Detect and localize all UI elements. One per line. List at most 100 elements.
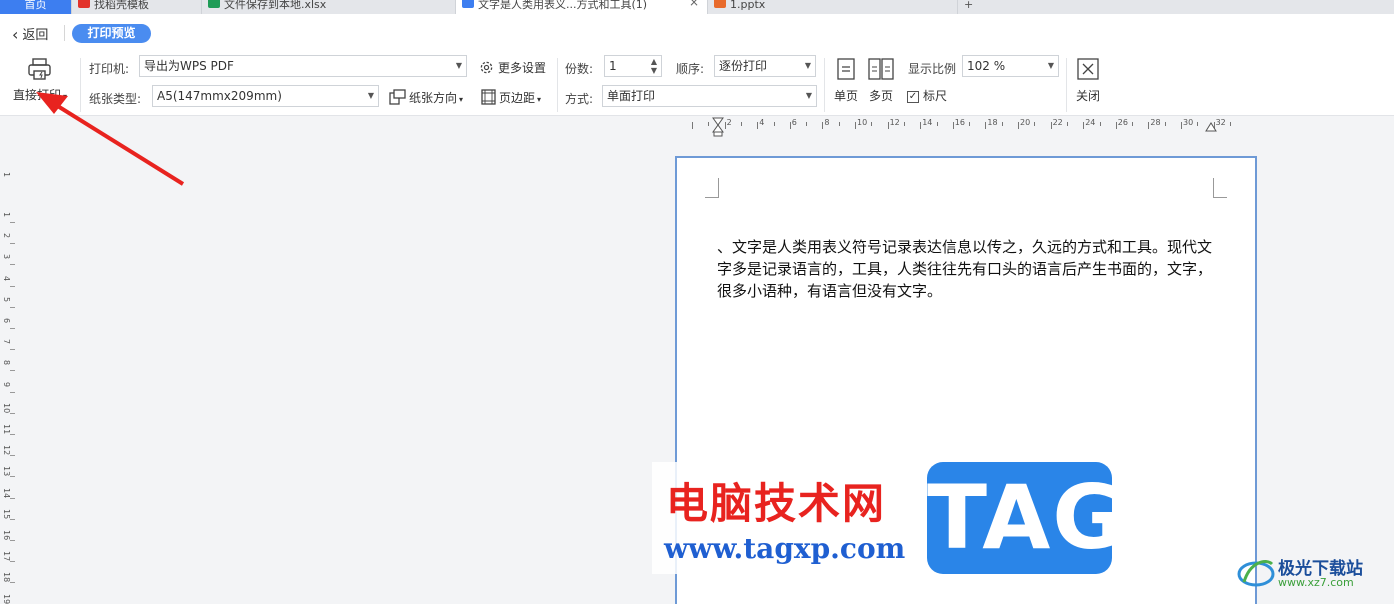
ruler-number: 22 bbox=[1052, 118, 1063, 127]
ruler-number: 4 bbox=[759, 118, 765, 127]
ruler-tick bbox=[855, 122, 856, 129]
close-icon[interactable] bbox=[1077, 58, 1099, 83]
zoom-value: 102 % bbox=[967, 59, 1006, 73]
print-preview-badge: 打印预览 bbox=[72, 24, 151, 43]
paper-orientation-label: 纸张方向 bbox=[409, 91, 458, 105]
more-settings-button[interactable]: 更多设置 bbox=[479, 59, 546, 78]
printer-icon[interactable] bbox=[27, 57, 53, 84]
margin-icon bbox=[481, 89, 496, 108]
copies-label: 份数: bbox=[565, 62, 594, 76]
divider bbox=[557, 58, 558, 112]
horizontal-ruler[interactable]: 2 4 6 8 10 12 14 16 18 20 22 24 26 28 30 32 bbox=[690, 116, 1250, 134]
tab-xlsx[interactable]: 文件保存到本地.xlsx bbox=[202, 0, 456, 14]
tab-docer-templates[interactable]: 找稻壳模板 bbox=[72, 0, 202, 14]
print-toolbar: 直接打印▾ 打印机: 导出为WPS PDF▼ 更多设置 纸张类型: A5(147… bbox=[0, 52, 1394, 116]
ruler-number: 18 bbox=[2, 572, 11, 583]
ruler-number: 14 bbox=[922, 118, 933, 127]
checkbox-checked-icon[interactable]: ✓ bbox=[907, 90, 919, 103]
margin-button[interactable]: 页边距 ▾ bbox=[481, 89, 541, 108]
ruler-tick bbox=[1229, 122, 1231, 126]
caret-down-icon: ▼ bbox=[804, 61, 811, 70]
ruler-tick bbox=[985, 122, 987, 129]
paper-orientation-button[interactable]: 纸张方向 ▾ bbox=[389, 89, 463, 108]
ruler-number: 14 bbox=[2, 487, 11, 498]
ruler-tick bbox=[10, 412, 15, 414]
single-page-icon[interactable] bbox=[836, 58, 856, 83]
ruler-tick bbox=[822, 122, 824, 129]
preview-header: ‹ 返回 打印预览 bbox=[0, 14, 1394, 52]
ruler-tick bbox=[10, 434, 15, 435]
ruler-tick bbox=[708, 122, 710, 126]
ruler-number: 8 bbox=[824, 118, 830, 127]
caret-down-icon: ▼ bbox=[455, 61, 462, 70]
tab-home[interactable]: 首页 bbox=[0, 0, 72, 14]
tab-label: 文件保存到本地.xlsx bbox=[224, 0, 327, 11]
ruler-tick bbox=[10, 222, 15, 223]
ruler-tick bbox=[1018, 122, 1019, 129]
close-preview-button[interactable]: 关闭 bbox=[1076, 87, 1100, 104]
vertical-ruler[interactable]: 1 2 3 4 5 6 7 8 9 10 11 12 13 14 15 16 17 18 19 1 bbox=[0, 116, 16, 604]
ruler-tick bbox=[871, 122, 873, 126]
printer-label: 打印机: bbox=[89, 62, 130, 76]
ruler-tick bbox=[1164, 122, 1166, 126]
ruler-number: 10 bbox=[857, 118, 868, 127]
ruler-number: 11 bbox=[2, 424, 11, 435]
ruler-number: 4 bbox=[2, 275, 11, 281]
tab-label: 1.pptx bbox=[730, 0, 766, 11]
right-indent-marker-icon[interactable] bbox=[1205, 120, 1217, 135]
ruler-toggle[interactable]: ✓ 标尺 bbox=[907, 87, 947, 104]
ruler-tick bbox=[10, 243, 15, 245]
ruler-number: 2 bbox=[726, 118, 732, 127]
ruler-number: 18 bbox=[987, 118, 998, 127]
copies-stepper[interactable]: 1 ▲ ▼ bbox=[604, 55, 662, 77]
ruler-number: 1 bbox=[2, 172, 11, 178]
printer-value: 导出为WPS PDF bbox=[144, 59, 234, 73]
new-tab-button[interactable]: + bbox=[958, 0, 998, 14]
ruler-tick bbox=[1115, 122, 1117, 129]
close-tab-icon[interactable]: × bbox=[689, 0, 699, 8]
ruler-number: 10 bbox=[2, 402, 11, 413]
ruler-number: 19 bbox=[2, 593, 11, 604]
watermark-tag-logo: TAG bbox=[927, 462, 1125, 574]
tab-pptx[interactable]: 1.pptx bbox=[708, 0, 958, 14]
indent-marker-icon[interactable] bbox=[712, 117, 724, 140]
ruler-tick bbox=[10, 306, 15, 308]
ruler-tick bbox=[1083, 122, 1085, 129]
ruler-tick bbox=[1099, 122, 1101, 126]
divider bbox=[824, 58, 825, 112]
ruler-number: 32 bbox=[1215, 118, 1226, 127]
ruler-number: 3 bbox=[2, 254, 11, 260]
annotation-arrow-icon bbox=[36, 92, 185, 186]
brand-watermark: 极光下载站 www.xz7.com bbox=[1236, 550, 1386, 594]
ruler-tick bbox=[10, 328, 15, 329]
ruler-number: 8 bbox=[2, 360, 11, 366]
back-button[interactable]: ‹ 返回 bbox=[12, 24, 48, 44]
multi-page-button[interactable]: 多页 bbox=[869, 87, 893, 104]
ruler-tick bbox=[773, 122, 775, 126]
tab-document-active[interactable]: 文字是人类用表义...方式和工具(1) × bbox=[456, 0, 708, 14]
back-label: 返回 bbox=[22, 28, 49, 43]
writer-icon bbox=[462, 0, 474, 8]
zoom-select[interactable]: 102 % ▼ bbox=[962, 55, 1059, 77]
docer-icon bbox=[78, 0, 90, 8]
stepper-arrows-icon[interactable]: ▲ ▼ bbox=[651, 57, 657, 75]
ruler-label: 标尺 bbox=[923, 89, 948, 103]
ruler-number: 6 bbox=[791, 118, 797, 127]
zoom-label: 显示比例 bbox=[908, 62, 957, 76]
ruler-tick bbox=[806, 122, 808, 126]
order-select[interactable]: 逐份打印 ▼ bbox=[714, 55, 816, 77]
document-body-text: 、文字是人类用表义符号记录表达信息以传之，久远的方式和工具。现代文字多是记录语言… bbox=[717, 238, 1213, 300]
ruler-number: 12 bbox=[2, 445, 11, 456]
ruler-number: 24 bbox=[1085, 118, 1096, 127]
multi-page-icon[interactable] bbox=[868, 58, 894, 83]
margin-corner-marker bbox=[705, 178, 719, 198]
orientation-icon bbox=[389, 89, 406, 108]
printer-select[interactable]: 导出为WPS PDF ▼ bbox=[139, 55, 467, 77]
ruler-tick bbox=[10, 540, 15, 541]
print-mode-select[interactable]: 单面打印 ▼ bbox=[602, 85, 817, 107]
ruler-tick bbox=[10, 455, 15, 457]
ruler-number: 2 bbox=[2, 233, 11, 239]
ruler-tick bbox=[838, 122, 840, 126]
single-page-button[interactable]: 单页 bbox=[834, 87, 858, 104]
gear-icon bbox=[479, 60, 494, 78]
